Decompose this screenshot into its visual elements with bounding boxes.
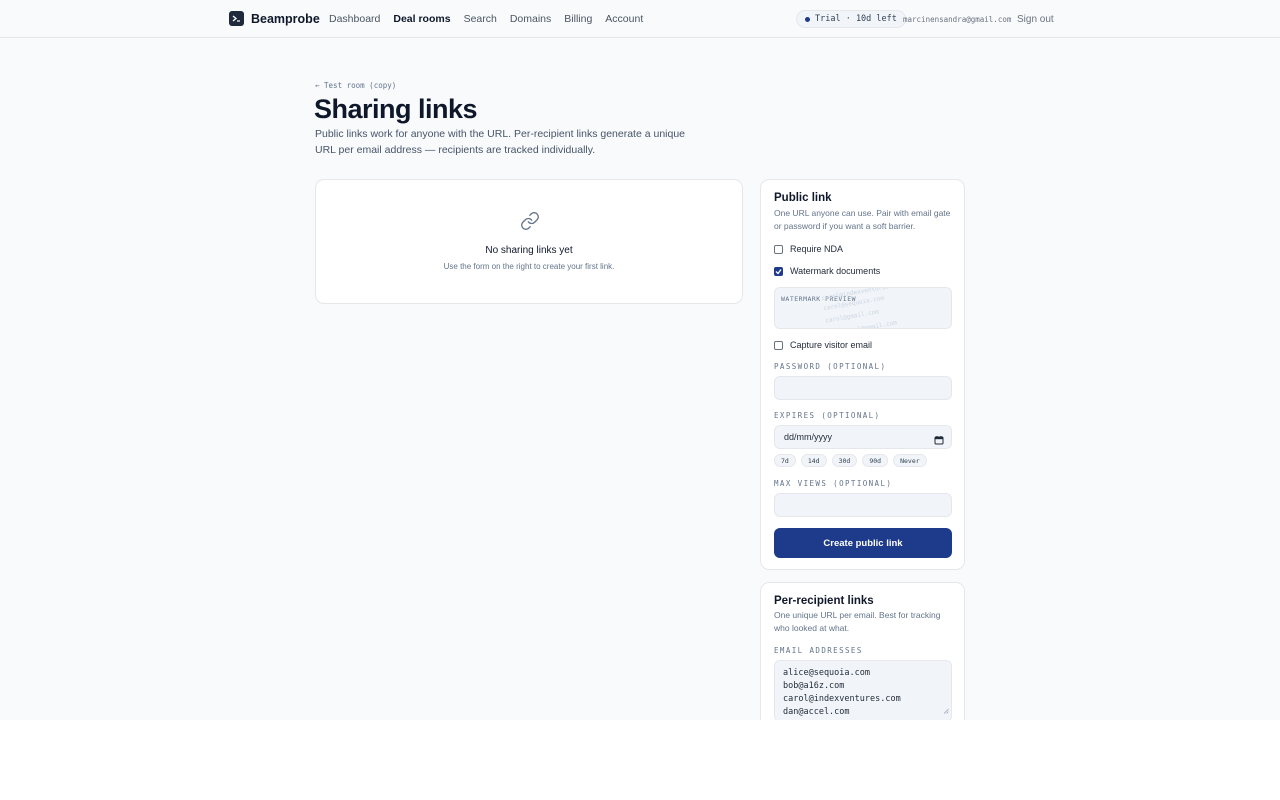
watermark-line: carol@gmail.com bbox=[842, 319, 898, 329]
checkbox-unchecked-icon[interactable] bbox=[774, 244, 783, 254]
trial-dot-icon bbox=[805, 16, 810, 22]
user-email: marcinensandra@gmail.com bbox=[903, 15, 1012, 24]
trial-text: Trial · 10d left bbox=[815, 14, 897, 24]
back-link[interactable]: ← Test room (copy) bbox=[315, 81, 396, 90]
email-line: dan@accel.com bbox=[783, 707, 850, 717]
watermark-checkbox[interactable]: Watermark documents bbox=[774, 266, 880, 276]
require-nda-checkbox[interactable]: Require NDA bbox=[774, 244, 843, 254]
expiry-presets: 7d 14d 30d 90d Never bbox=[774, 454, 927, 467]
empty-state-title: No sharing links yet bbox=[485, 245, 573, 256]
email-addresses-label: EMAIL ADDRESSES bbox=[774, 646, 863, 655]
public-link-card: Public link One URL anyone can use. Pair… bbox=[760, 179, 965, 570]
expires-date-input[interactable]: dd/mm/yyyy bbox=[774, 425, 952, 449]
empty-state-subtitle: Use the form on the right to create your… bbox=[443, 262, 615, 271]
create-public-link-button[interactable]: Create public link bbox=[774, 528, 952, 558]
expiry-chip-30d[interactable]: 30d bbox=[831, 454, 858, 467]
page-subtitle: Public links work for anyone with the UR… bbox=[315, 128, 686, 156]
trial-badge[interactable]: Trial · 10d left bbox=[796, 10, 906, 28]
per-recipient-title: Per-recipient links bbox=[774, 595, 874, 607]
main-content: ← Test room (copy) Sharing links Public … bbox=[0, 38, 1280, 720]
resize-handle-icon[interactable] bbox=[943, 706, 949, 719]
link-icon bbox=[520, 211, 540, 236]
main-nav: Dashboard Deal rooms Search Domains Bill… bbox=[329, 13, 643, 25]
expiry-chip-90d[interactable]: 90d bbox=[862, 454, 889, 467]
calendar-icon[interactable] bbox=[934, 432, 944, 450]
capture-email-checkbox[interactable]: Capture visitor email bbox=[774, 340, 872, 350]
watermark-label: Watermark documents bbox=[790, 266, 881, 276]
password-input[interactable] bbox=[774, 376, 952, 400]
require-nda-label: Require NDA bbox=[790, 244, 844, 254]
watermark-line: carol@gmail.com bbox=[824, 308, 880, 325]
nav-billing[interactable]: Billing bbox=[564, 13, 592, 25]
password-label: PASSWORD (OPTIONAL) bbox=[774, 362, 887, 371]
sign-out-link[interactable]: Sign out bbox=[1017, 14, 1054, 25]
page-title: Sharing links bbox=[314, 94, 478, 124]
public-link-title: Public link bbox=[774, 192, 832, 204]
per-recipient-description: One unique URL per email. Best for track… bbox=[774, 610, 941, 633]
max-views-label: MAX VIEWS (OPTIONAL) bbox=[774, 479, 893, 488]
nav-account[interactable]: Account bbox=[605, 13, 643, 25]
expiry-chip-14d[interactable]: 14d bbox=[800, 454, 827, 467]
nav-domains[interactable]: Domains bbox=[510, 13, 551, 25]
checkbox-checked-icon[interactable] bbox=[774, 266, 783, 276]
email-addresses-textarea[interactable]: alice@sequoia.com bob@a16z.com carol@ind… bbox=[774, 660, 952, 720]
brand-logo-icon bbox=[229, 11, 244, 26]
email-line: bob@a16z.com bbox=[783, 681, 845, 691]
checkbox-unchecked-icon[interactable] bbox=[774, 340, 783, 350]
max-views-input[interactable] bbox=[774, 493, 952, 517]
email-line: alice@sequoia.com bbox=[783, 668, 870, 678]
expiry-chip-7d[interactable]: 7d bbox=[774, 454, 796, 467]
nav-dashboard[interactable]: Dashboard bbox=[329, 13, 380, 25]
email-line: carol@indexventures.com bbox=[783, 694, 901, 704]
empty-state-card: No sharing links yet Use the form on the… bbox=[315, 179, 743, 304]
brand[interactable]: Beamprobe bbox=[229, 11, 320, 26]
per-recipient-card: Per-recipient links One unique URL per e… bbox=[760, 582, 965, 720]
nav-deal-rooms[interactable]: Deal rooms bbox=[393, 13, 450, 25]
nav-search[interactable]: Search bbox=[464, 13, 497, 25]
brand-name: Beamprobe bbox=[251, 11, 320, 26]
expires-date-value: dd/mm/yyyy bbox=[784, 432, 833, 442]
expiry-chip-never[interactable]: Never bbox=[893, 454, 927, 467]
watermark-preview: WATERMARK PREVIEW carol@indexventures.co… bbox=[774, 287, 952, 329]
public-link-description: One URL anyone can use. Pair with email … bbox=[774, 208, 951, 231]
top-navigation-bar: Beamprobe Dashboard Deal rooms Search Do… bbox=[0, 0, 1280, 38]
expires-label: EXPIRES (OPTIONAL) bbox=[774, 411, 881, 420]
capture-email-label: Capture visitor email bbox=[790, 340, 873, 350]
